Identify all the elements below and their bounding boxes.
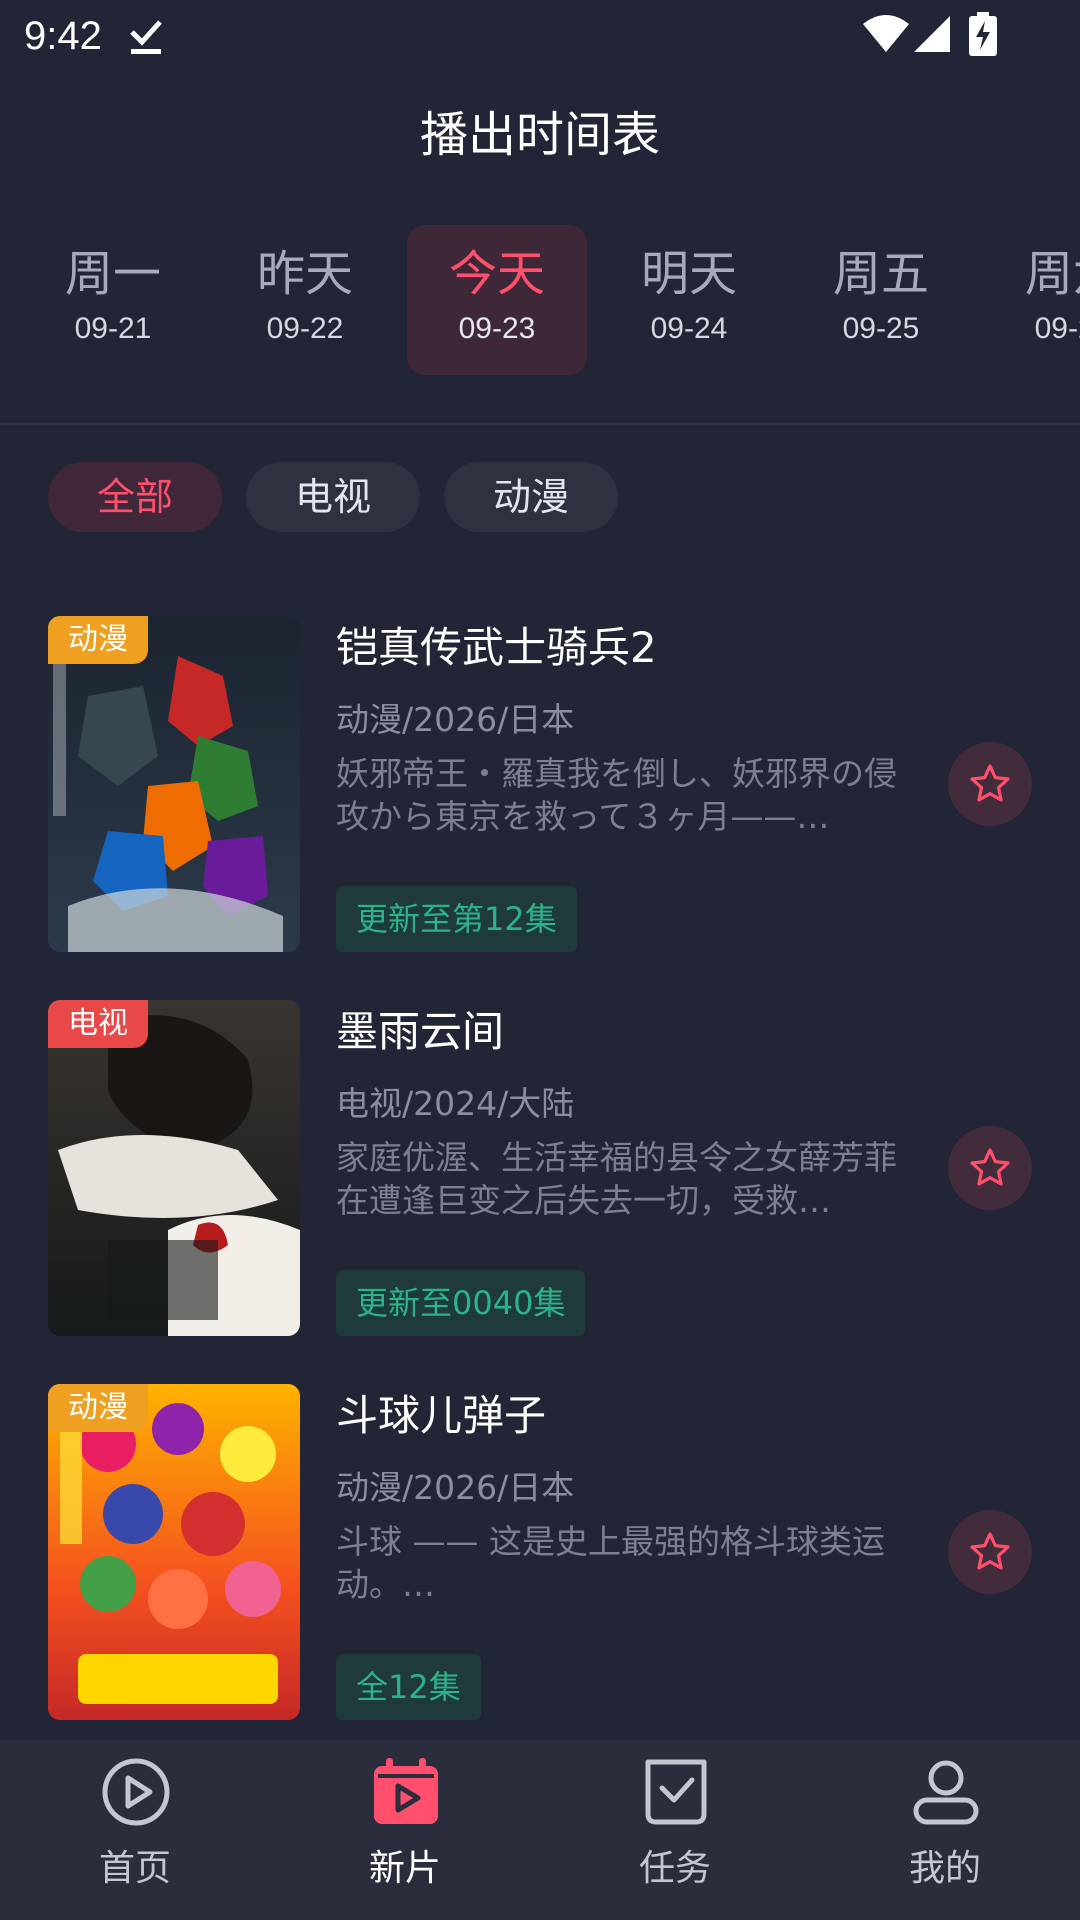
day-date: 09-23 xyxy=(458,312,536,345)
category-badge: 动漫 xyxy=(48,1384,148,1432)
divider xyxy=(0,423,1080,425)
nav-item-new[interactable]: 新片 xyxy=(270,1740,540,1920)
download-done-icon xyxy=(130,20,162,54)
day-tab-fri[interactable]: 周五 09-25 xyxy=(791,225,971,375)
poster-art xyxy=(48,616,300,952)
poster-image[interactable] xyxy=(48,616,300,952)
day-date: 09-22 xyxy=(266,312,344,345)
favorite-button[interactable] xyxy=(948,1510,1032,1594)
day-date: 09-25 xyxy=(842,312,920,345)
poster-image[interactable] xyxy=(48,1384,300,1720)
day-tab-mon[interactable]: 周一 09-21 xyxy=(23,225,203,375)
filter-chip-all[interactable]: 全部 xyxy=(48,462,222,532)
day-tab-today[interactable]: 今天 09-23 xyxy=(407,225,587,375)
episode-status: 更新至第12集 xyxy=(336,886,577,952)
show-card[interactable]: 动漫 斗球儿弹子 动漫/2026/日本 斗球 —— 这是史上最强的格斗球类运动。… xyxy=(0,1384,1080,1724)
star-icon xyxy=(970,764,1010,802)
show-meta: 动漫/2026/日本 xyxy=(336,1468,575,1507)
day-name: 周一 xyxy=(64,246,161,302)
nav-item-profile[interactable]: 我的 xyxy=(810,1740,1080,1920)
task-check-icon xyxy=(645,1759,707,1825)
nav-label: 我的 xyxy=(908,1848,981,1889)
category-badge: 动漫 xyxy=(48,616,148,664)
nav-label: 首页 xyxy=(98,1848,171,1889)
poster-art xyxy=(48,1384,300,1720)
day-name: 周六 xyxy=(1024,246,1080,302)
day-date: 09-26 xyxy=(1034,312,1080,345)
day-name: 今天 xyxy=(448,246,545,302)
day-tab-yesterday[interactable]: 昨天 09-22 xyxy=(215,225,395,375)
poster-image[interactable] xyxy=(48,1000,300,1336)
status-time: 9:42 xyxy=(24,14,102,58)
screen: 9:42 播出时间表 周一 09-21 昨天 09-22 今天 09-23 明天… xyxy=(0,0,1080,1920)
bottom-nav: 首页 新片 任务 我的 xyxy=(0,1740,1080,1920)
nav-item-home[interactable]: 首页 xyxy=(0,1740,270,1920)
nav-label: 新片 xyxy=(368,1848,441,1889)
favorite-button[interactable] xyxy=(948,1126,1032,1210)
day-date: 09-21 xyxy=(74,312,152,345)
day-date: 09-24 xyxy=(650,312,728,345)
show-meta: 电视/2024/大陆 xyxy=(336,1084,575,1123)
show-title[interactable]: 斗球儿弹子 xyxy=(336,1388,956,1444)
poster-art xyxy=(48,1000,300,1336)
category-badge: 电视 xyxy=(48,1000,148,1048)
page-title: 播出时间表 xyxy=(419,107,660,163)
calendar-play-icon xyxy=(374,1758,438,1824)
nav-item-tasks[interactable]: 任务 xyxy=(540,1740,810,1920)
star-icon xyxy=(970,1532,1010,1570)
favorite-button[interactable] xyxy=(948,742,1032,826)
filter-chip-tv[interactable]: 电视 xyxy=(246,462,420,532)
filter-chip-anime[interactable]: 动漫 xyxy=(444,462,618,532)
show-description: 斗球 —— 这是史上最强的格斗球类运动。… xyxy=(336,1522,885,1604)
show-card[interactable]: 动漫 铠真传武士骑兵2 动漫/2026/日本 妖邪帝王・羅真我を倒し、妖邪界の侵… xyxy=(0,616,1080,956)
play-circle-icon xyxy=(102,1758,170,1826)
status-bar: 9:42 xyxy=(0,0,1080,76)
star-icon xyxy=(970,1148,1010,1186)
nav-label: 任务 xyxy=(638,1848,711,1889)
battery-charging-icon xyxy=(969,12,997,56)
user-icon xyxy=(913,1760,979,1825)
episode-status: 更新至0040集 xyxy=(336,1270,586,1336)
show-card[interactable]: 电视 墨雨云间 电视/2024/大陆 家庭优渥、生活幸福的县令之女薛芳菲在遭逢巨… xyxy=(0,1000,1080,1340)
day-name: 周五 xyxy=(832,246,929,302)
day-tabs: 周一 09-21 昨天 09-22 今天 09-23 明天 09-24 周五 0… xyxy=(0,225,1080,375)
show-title[interactable]: 铠真传武士骑兵2 xyxy=(336,620,956,676)
day-name: 明天 xyxy=(640,246,737,302)
show-description: 家庭优渥、生活幸福的县令之女薛芳菲在遭逢巨变之后失去一切，受救… xyxy=(336,1138,897,1220)
day-tab-tomorrow[interactable]: 明天 09-24 xyxy=(599,225,779,375)
signal-icon xyxy=(914,16,950,52)
show-meta: 动漫/2026/日本 xyxy=(336,700,575,739)
show-description: 妖邪帝王・羅真我を倒し、妖邪界の侵攻から東京を救って３ヶ月——… xyxy=(336,754,897,836)
day-name: 昨天 xyxy=(256,246,353,302)
episode-status: 全12集 xyxy=(336,1654,481,1720)
wifi-icon xyxy=(863,15,909,52)
day-tab-sat[interactable]: 周六 09-26 xyxy=(983,225,1080,375)
show-title[interactable]: 墨雨云间 xyxy=(336,1004,956,1060)
